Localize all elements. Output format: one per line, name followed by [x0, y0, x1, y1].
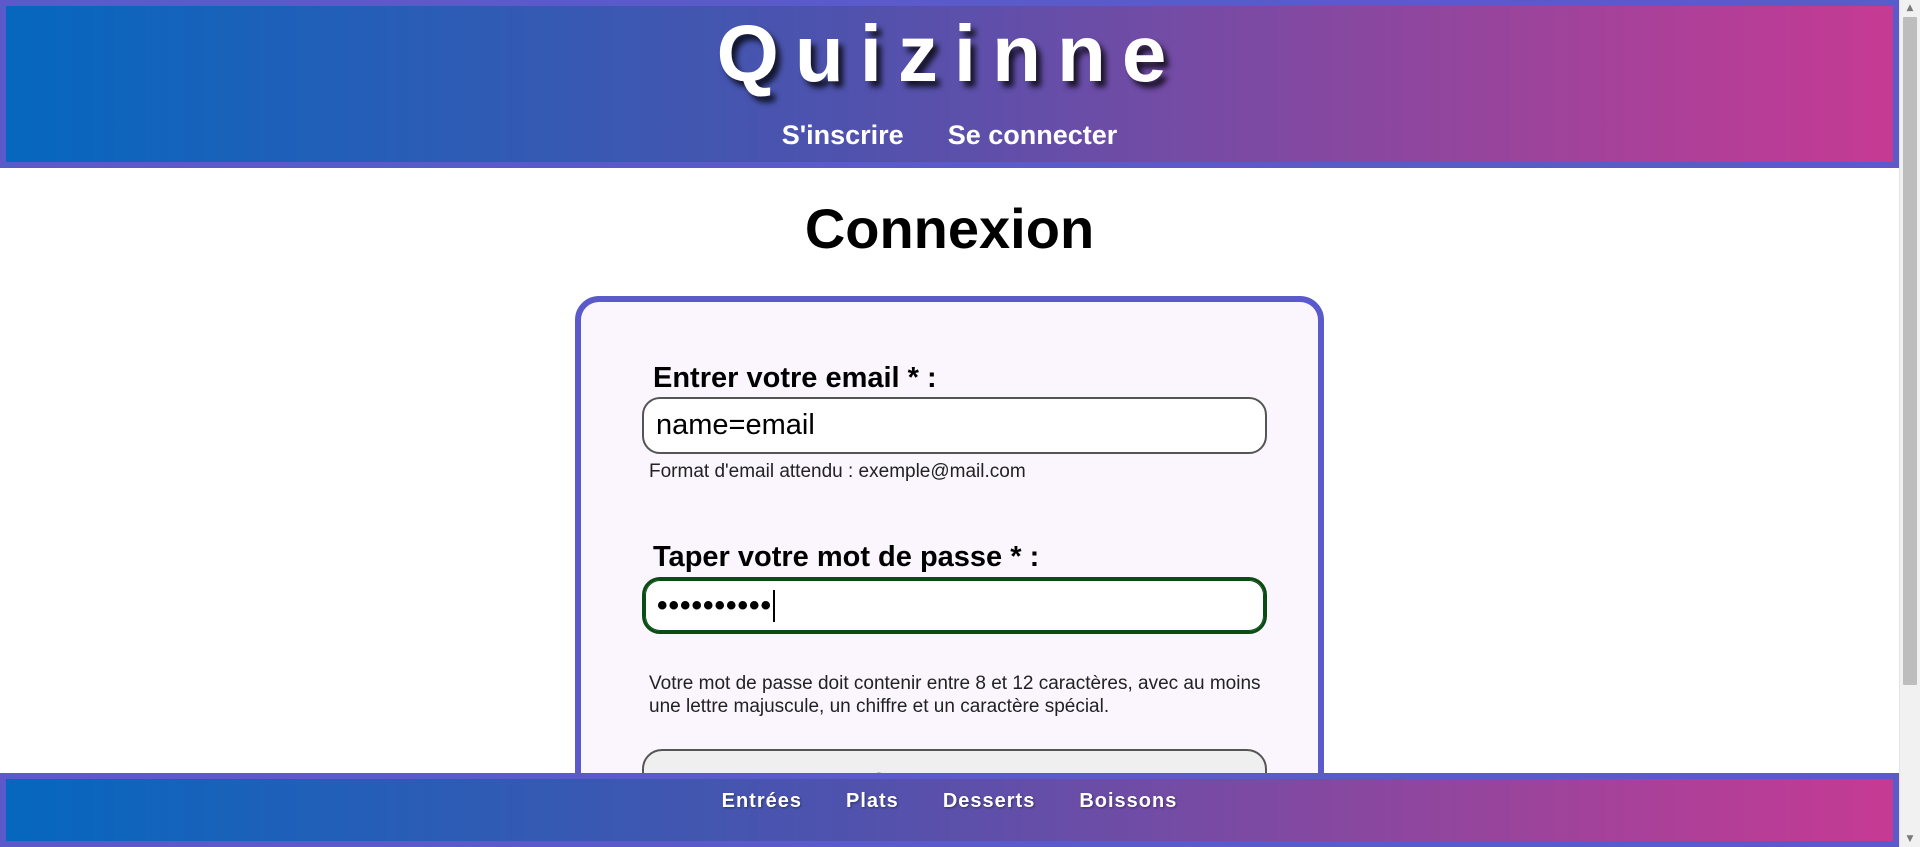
- email-field-value: name=email: [656, 409, 815, 441]
- scroll-down-arrow-icon[interactable]: ▼: [1900, 831, 1920, 847]
- email-help-text: Format d'email attendu : exemple@mail.co…: [649, 461, 1026, 482]
- password-field[interactable]: ••••••••••: [642, 577, 1267, 634]
- main-content: Connexion Entrer votre email * : name=em…: [0, 168, 1899, 773]
- site-header: Quizinne S'inscrire Se connecter: [0, 0, 1899, 168]
- scroll-thumb[interactable]: [1903, 17, 1917, 685]
- nav-link-login[interactable]: Se connecter: [948, 120, 1118, 151]
- brand-logo[interactable]: Quizinne: [6, 6, 1893, 96]
- scroll-up-arrow-icon[interactable]: ▲: [1900, 0, 1920, 16]
- login-submit-button[interactable]: Se connecter: [642, 749, 1267, 773]
- email-field[interactable]: name=email: [642, 397, 1267, 454]
- page: Quizinne S'inscrire Se connecter Connexi…: [0, 0, 1920, 847]
- password-field-value: ••••••••••: [657, 588, 773, 622]
- password-help-text: Votre mot de passe doit contenir entre 8…: [649, 673, 1261, 717]
- vertical-scrollbar[interactable]: ▲ ▼: [1899, 0, 1920, 847]
- footer-link-plats[interactable]: Plats: [846, 790, 899, 841]
- page-title: Connexion: [804, 197, 1095, 260]
- nav-link-register[interactable]: S'inscrire: [782, 120, 904, 151]
- header-nav: S'inscrire Se connecter: [6, 120, 1893, 151]
- text-caret: [773, 589, 776, 622]
- footer-link-entrees[interactable]: Entrées: [722, 790, 802, 841]
- footer-link-desserts[interactable]: Desserts: [943, 790, 1036, 841]
- footer-link-boissons[interactable]: Boissons: [1079, 790, 1177, 841]
- password-label: Taper votre mot de passe * :: [653, 541, 1040, 573]
- login-form: Entrer votre email * : name=email Format…: [575, 296, 1324, 773]
- email-label: Entrer votre email * :: [653, 362, 937, 394]
- site-footer: Entrées Plats Desserts Boissons: [0, 773, 1899, 847]
